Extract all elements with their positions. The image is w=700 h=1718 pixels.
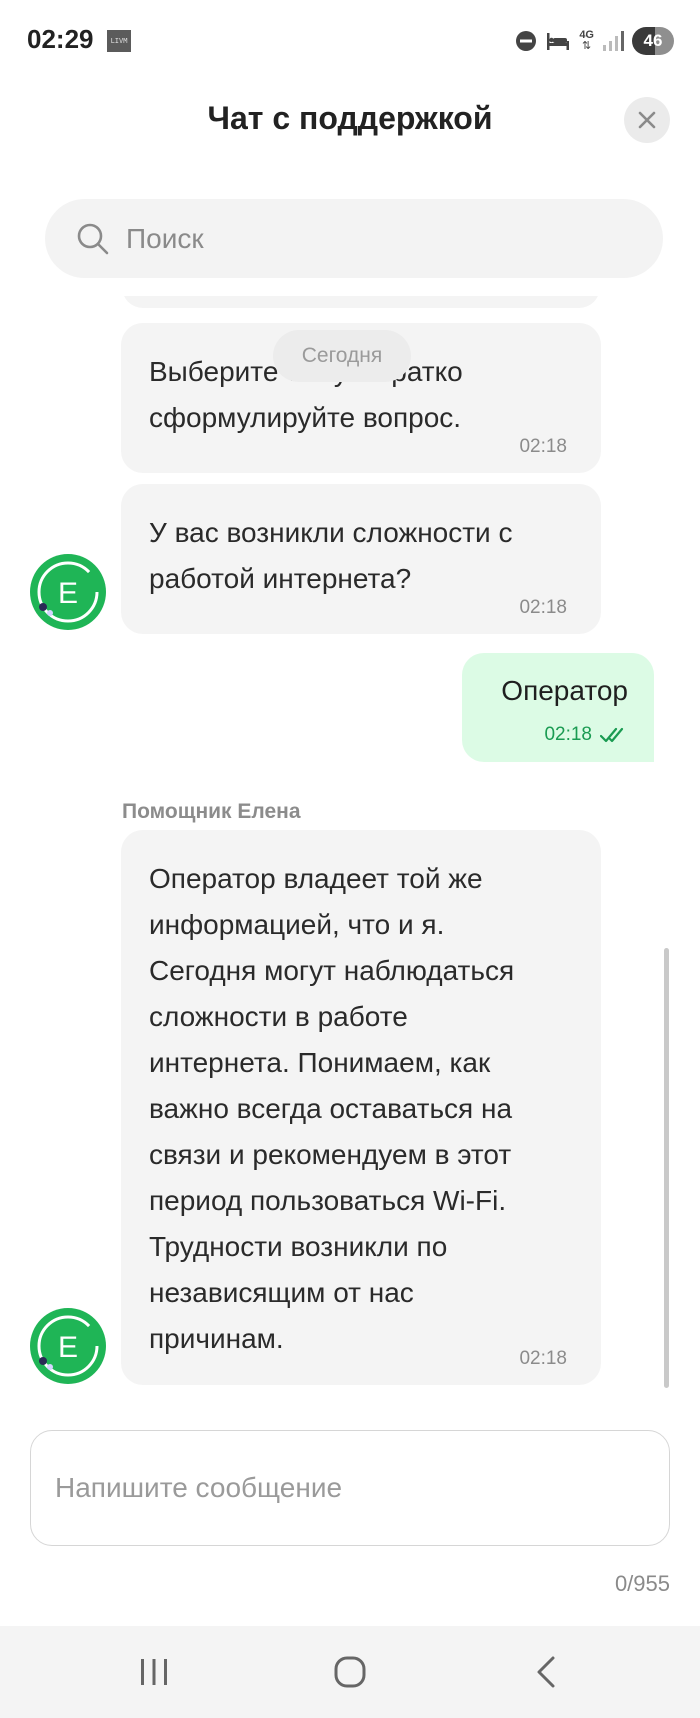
page-title: Чат с поддержкой (207, 100, 493, 136)
message-bubble: У вас возникли сложности с работой интер… (121, 484, 601, 634)
assistant-avatar-icon: E (30, 1308, 106, 1384)
message-time: 02:18 (544, 724, 592, 745)
signal-icon (603, 31, 624, 51)
system-navigation-bar (0, 1626, 700, 1718)
message-text-line: работой интернета? (149, 563, 412, 594)
character-counter: 0/955 (614, 1571, 670, 1596)
message-text-line: сформулируйте вопрос. (149, 402, 462, 433)
message-time: 02:18 (519, 1348, 567, 1369)
close-icon (638, 111, 656, 129)
status-bar: 02:29 LIVM 4G ⇅ 46 (0, 0, 700, 84)
sleep-mode-icon (547, 33, 570, 50)
home-button[interactable] (324, 1650, 376, 1694)
search-bar[interactable] (45, 199, 663, 278)
message-text-line: информацией, что и я. (149, 909, 445, 940)
svg-text:E: E (58, 577, 78, 610)
message-text-line: Сегодня могут наблюдаться (149, 955, 515, 986)
home-icon (334, 1656, 366, 1688)
assistant-avatar: E (29, 1307, 107, 1385)
recent-apps-icon (141, 1659, 167, 1685)
message-text-line: независящим от нас (149, 1277, 414, 1308)
outgoing-message-bubble: Оператор 02:18 (462, 653, 654, 762)
message-text-line: интернета. Понимаем, как (149, 1047, 491, 1078)
outgoing-message-meta: 02:18 (544, 724, 628, 746)
message-input[interactable] (55, 1472, 615, 1504)
message-text-line: сложности в работе (149, 1001, 408, 1032)
recent-apps-button[interactable] (128, 1650, 180, 1694)
sender-name: Помощник Елена (122, 800, 301, 823)
back-icon (537, 1656, 555, 1688)
battery-indicator: 46 (632, 27, 674, 55)
message-text-line: важно всегда оставаться на (149, 1093, 513, 1124)
chat-messages[interactable]: Выберите тему и кратко сформулируйте воп… (0, 296, 700, 1390)
message-text-line: связи и рекомендуем в этот (149, 1139, 512, 1170)
double-check-icon (600, 727, 624, 743)
assistant-avatar-icon: E (30, 554, 106, 630)
network-type-icon: 4G ⇅ (579, 29, 594, 52)
message-time: 02:18 (519, 436, 567, 457)
message-text-line: причинам. (149, 1323, 284, 1354)
chat-scrollbar[interactable] (664, 948, 669, 1388)
do-not-disturb-icon (516, 31, 537, 51)
search-input[interactable] (126, 222, 586, 255)
message-time: 02:18 (519, 597, 567, 618)
message-bubble: Оператор владеет той же информацией, что… (121, 830, 601, 1385)
chat-header: Чат с поддержкой (0, 84, 700, 188)
message-composer[interactable] (30, 1430, 670, 1546)
message-text-line: Трудности возникли по (149, 1231, 448, 1262)
app-notification-icon: LIVM (107, 30, 131, 52)
message-text-line: Оператор владеет той же (149, 863, 483, 894)
svg-text:E: E (58, 1331, 78, 1364)
assistant-avatar: E (29, 553, 107, 631)
back-button[interactable] (520, 1650, 572, 1694)
date-separator: Сегодня (273, 330, 411, 382)
close-button[interactable] (624, 97, 670, 143)
message-text-line: У вас возникли сложности с (149, 517, 513, 548)
status-icons: 4G ⇅ 46 (515, 24, 674, 58)
outgoing-message-text: Оператор (501, 675, 628, 706)
message-text-line: период пользоваться Wi-Fi. (149, 1185, 507, 1216)
status-time: 02:29 (27, 24, 94, 54)
message-bubble-partial (122, 296, 600, 308)
search-icon (77, 223, 109, 254)
